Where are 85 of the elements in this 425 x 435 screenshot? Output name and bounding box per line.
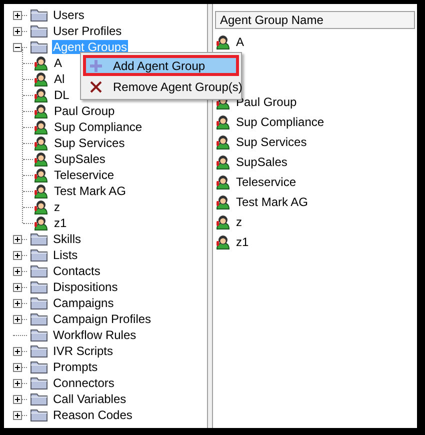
tree-item[interactable]: Teleservice [53, 168, 116, 182]
expand-icon[interactable] [13, 298, 22, 308]
tree-item[interactable]: User Profiles [52, 24, 123, 38]
tree-item[interactable]: A [53, 56, 64, 70]
list-item[interactable]: A [236, 35, 244, 49]
tree-item[interactable]: Contacts [52, 264, 102, 278]
agent-group-icon [33, 135, 49, 151]
folder-icon [30, 376, 48, 390]
agent-group-icon [33, 119, 49, 135]
tree-item[interactable]: Campaign Profiles [52, 312, 152, 326]
tree-item[interactable]: IVR Scripts [52, 344, 114, 358]
expand-icon[interactable] [13, 282, 22, 292]
folder-icon [30, 296, 48, 310]
list-item[interactable]: Sup Services [236, 135, 307, 149]
tree-item[interactable]: Dispositions [52, 280, 119, 294]
list-item[interactable]: z1 [236, 235, 249, 249]
folder-icon [30, 280, 48, 294]
agent-group-icon [33, 55, 49, 71]
folder-icon [30, 248, 48, 262]
agent-group-icon [33, 167, 49, 183]
agent-group-icon [33, 71, 49, 87]
menu-item[interactable]: Add Agent Group [83, 55, 239, 76]
agent-group-icon [33, 215, 49, 231]
folder-icon [30, 8, 48, 22]
list-item[interactable]: SupSales [236, 155, 288, 169]
agent-group-icon [33, 103, 49, 119]
tree-item[interactable]: Sup Compliance [53, 120, 144, 134]
tree-item[interactable]: SupSales [53, 152, 106, 166]
agent-group-icon [215, 194, 231, 210]
agent-group-icon [33, 199, 49, 215]
expand-icon[interactable] [13, 266, 22, 276]
folder-icon [30, 232, 48, 246]
tree-item[interactable]: Prompts [52, 360, 99, 374]
list-item[interactable]: Sup Compliance [236, 115, 324, 129]
folder-icon [30, 344, 48, 358]
expand-icon[interactable] [13, 394, 22, 404]
tree-item[interactable]: Workflow Rules [52, 328, 138, 342]
folder-icon [30, 392, 48, 406]
list-item[interactable]: Teleservice [236, 175, 296, 189]
close-icon [89, 80, 103, 94]
expand-icon[interactable] [13, 346, 22, 356]
tree-item[interactable]: Reason Codes [52, 408, 134, 422]
folder-icon [30, 24, 48, 38]
agent-group-icon [33, 87, 49, 103]
agent-group-icon [215, 34, 231, 50]
tree-item[interactable]: Al [53, 72, 66, 86]
folder-icon [30, 40, 48, 54]
column-header[interactable]: Agent Group Name [215, 11, 415, 29]
folder-icon [30, 312, 48, 326]
tree-item[interactable]: z [53, 200, 61, 214]
agent-group-icon [215, 174, 231, 190]
expand-icon[interactable] [13, 410, 22, 420]
tree-item[interactable]: Lists [52, 248, 79, 262]
folder-icon [30, 328, 48, 342]
tree-item[interactable]: z1 [53, 216, 68, 230]
tree-item[interactable]: Connectors [52, 376, 116, 390]
expand-icon[interactable] [13, 362, 22, 372]
agent-group-icon [215, 214, 231, 230]
agent-group-icon [215, 134, 231, 150]
expand-icon[interactable] [13, 26, 22, 36]
tree-item[interactable]: Users [52, 8, 86, 22]
list-item[interactable]: Test Mark AG [236, 195, 308, 209]
tree-item[interactable]: DL [53, 88, 70, 102]
expand-icon[interactable] [13, 378, 22, 388]
agent-group-icon [215, 114, 231, 130]
agent-group-icon [33, 151, 49, 167]
tree-item[interactable]: Skills [52, 232, 82, 246]
folder-icon [30, 408, 48, 422]
agent-group-icon [33, 183, 49, 199]
tree-item[interactable]: Call Variables [52, 392, 128, 406]
agent-group-icon [215, 154, 231, 170]
expand-icon[interactable] [13, 234, 22, 244]
folder-icon [30, 360, 48, 374]
tree-item[interactable]: Sup Services [53, 136, 126, 150]
collapse-icon[interactable] [13, 42, 22, 52]
tree-item[interactable]: Paul Group [53, 104, 116, 118]
tree-item[interactable]: Test Mark AG [53, 184, 128, 198]
folder-icon [30, 264, 48, 278]
agent-group-icon [215, 234, 231, 250]
expand-icon[interactable] [13, 314, 22, 324]
expand-icon[interactable] [13, 250, 22, 260]
list-item[interactable]: z [236, 215, 242, 229]
expand-icon[interactable] [13, 10, 22, 20]
tree-item[interactable]: Campaigns [52, 296, 115, 310]
plus-icon [89, 58, 103, 72]
